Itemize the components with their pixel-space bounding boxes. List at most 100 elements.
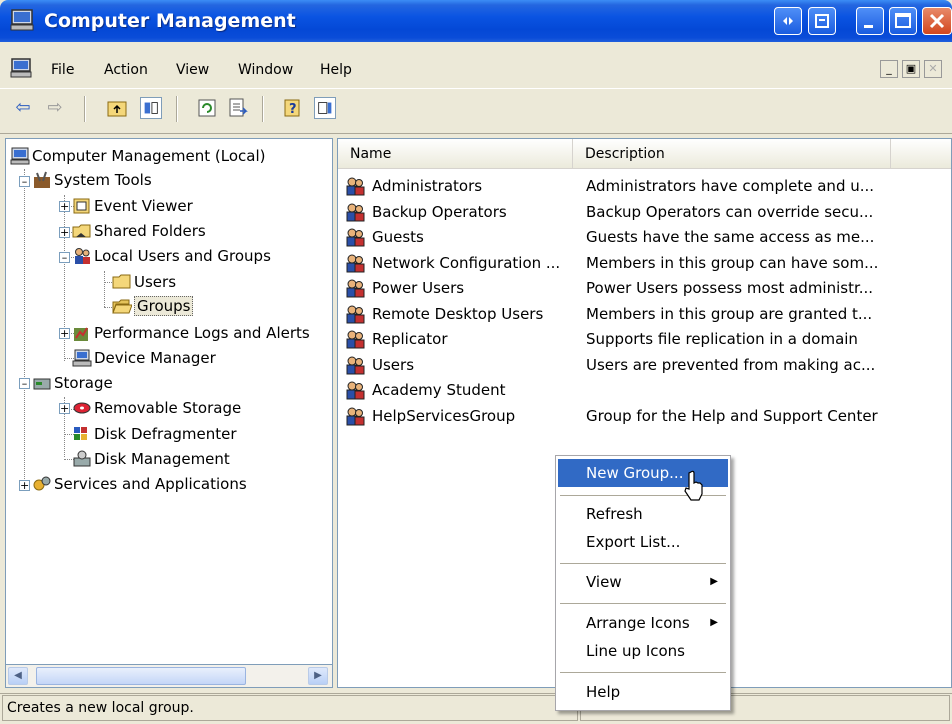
tree-item-label: Groups [134,296,194,316]
tree-item-label: Users [134,273,177,291]
tree-item-label: Computer Management (Local) [32,147,266,165]
tree-item-label: Services and Applications [54,475,247,493]
column-header-description[interactable]: Description [573,139,891,169]
refresh-icon[interactable] [196,97,218,119]
show-hide-action-pane-icon[interactable] [314,97,336,119]
svg-text:?: ? [289,102,297,117]
group-description: Supports file replication in a domain [586,330,858,348]
menu-item-export-list[interactable]: Export List... [558,528,728,556]
defragmenter-icon [74,427,87,440]
group-description: Backup Operators can override secu... [586,202,874,221]
group-icon [346,177,365,196]
group-description: Members in this group can have som... [586,253,879,272]
child-restore-button[interactable]: ▣ [902,60,920,78]
menu-item-label: Arrange Icons [586,614,690,632]
scroll-left-button[interactable]: ◀ [8,667,28,685]
menu-item-label: View [586,573,622,591]
title-bar[interactable]: Computer Management [0,0,952,42]
users-group-icon [75,248,90,264]
collapse-toggle[interactable]: – [19,176,30,187]
tree-item-label: Disk Defragmenter [94,425,237,443]
group-description: Administrators have complete and u... [586,177,875,195]
menu-window[interactable]: Window [238,62,293,78]
group-icon [346,254,365,272]
collapse-toggle[interactable]: – [19,378,30,389]
tree-item-label: Device Manager [94,349,216,367]
scroll-right-button[interactable]: ▶ [308,667,328,685]
tools-icon [34,171,50,188]
console-tree[interactable]: – + + – + – + + Computer Management (Loc… [5,138,333,688]
menu-item-refresh[interactable]: Refresh [558,500,728,528]
group-row[interactable]: Remote Desktop Users Members in this grou… [338,301,948,328]
forward-icon[interactable]: ⇨ [44,97,66,119]
restore-mmc-icon[interactable] [808,7,836,35]
menu-file[interactable]: File [51,62,74,78]
collapse-toggle[interactable]: – [59,252,70,263]
group-row[interactable]: Guests Guests have the same access as me.… [338,224,948,251]
device-manager-icon [72,349,92,367]
mouse-pointer-icon [684,470,703,501]
tree-connector [24,169,25,487]
services-icon [33,476,51,491]
group-icon [346,305,365,323]
column-header-name[interactable]: Name [338,139,573,169]
group-row[interactable]: Replicator Supports file replication in a… [338,326,948,353]
minimize-mmc-icon[interactable] [774,7,802,35]
group-description: Power Users possess most administr... [586,279,874,297]
group-name: Power Users [372,279,465,297]
expand-toggle[interactable]: + [59,201,70,212]
computer-icon[interactable] [10,58,32,78]
back-icon[interactable]: ⇦ [12,97,34,119]
group-icon [346,228,365,247]
computer-icon [10,147,30,165]
minimize-button[interactable] [856,7,884,35]
group-row[interactable]: Network Configuration ... Members in this… [338,250,948,277]
storage-icon [33,378,51,390]
menu-item-line-up-icons[interactable]: Line up Icons [558,637,728,665]
group-icon [346,356,365,374]
export-list-icon[interactable] [226,97,248,119]
close-button[interactable] [922,7,952,35]
menu-view[interactable]: View [176,62,209,78]
group-icon [346,381,365,400]
scroll-thumb[interactable] [36,667,246,685]
menu-action[interactable]: Action [104,62,148,78]
group-name: Network Configuration ... [372,253,561,272]
group-row[interactable]: Users Users are prevented from making ac.… [338,352,948,379]
menu-item-arrange-icons[interactable]: Arrange Icons ▶ [558,609,728,637]
up-folder-icon[interactable] [106,97,128,119]
group-icon [346,330,365,349]
child-minimize-button[interactable]: _ [880,60,898,78]
group-name: Academy Student [372,381,506,399]
maximize-button[interactable] [889,7,917,35]
window: Computer Management File Action View Win… [0,0,952,724]
menu-help[interactable]: Help [320,62,352,78]
expand-toggle[interactable]: + [59,328,70,339]
menu-item-view[interactable]: View ▶ [558,568,728,596]
group-row[interactable]: Administrators Administrators have comple… [338,173,948,200]
window-title: Computer Management [44,10,296,32]
group-name: Replicator [372,330,448,348]
toolbar-separator [84,96,86,122]
expand-toggle[interactable]: + [59,403,70,414]
disk-management-icon [73,450,91,467]
menu-separator [560,672,726,673]
menu-item-help[interactable]: Help [558,678,728,706]
group-row[interactable]: Backup Operators Backup Operators can ove… [338,199,948,226]
group-description: Group for the Help and Support Center [586,406,878,425]
column-header-empty [891,139,951,169]
help-icon[interactable]: ? [282,97,304,119]
horizontal-scrollbar[interactable]: ◀ ▶ [5,664,333,688]
child-close-button[interactable]: ✕ [924,60,942,78]
group-row[interactable]: Power Users Power Users possess most admi… [338,275,948,302]
computer-icon [10,9,34,31]
group-description: Guests have the same access as me... [586,228,875,246]
group-icon [346,203,365,221]
expand-toggle[interactable]: + [59,227,70,238]
group-row[interactable]: HelpServicesGroup Group for the Help and … [338,403,948,430]
group-name: Users [372,355,415,374]
tree-item-label: Removable Storage [94,399,242,417]
expand-toggle[interactable]: + [19,480,30,491]
show-hide-tree-icon[interactable] [140,97,162,119]
group-row[interactable]: Academy Student [338,377,948,404]
